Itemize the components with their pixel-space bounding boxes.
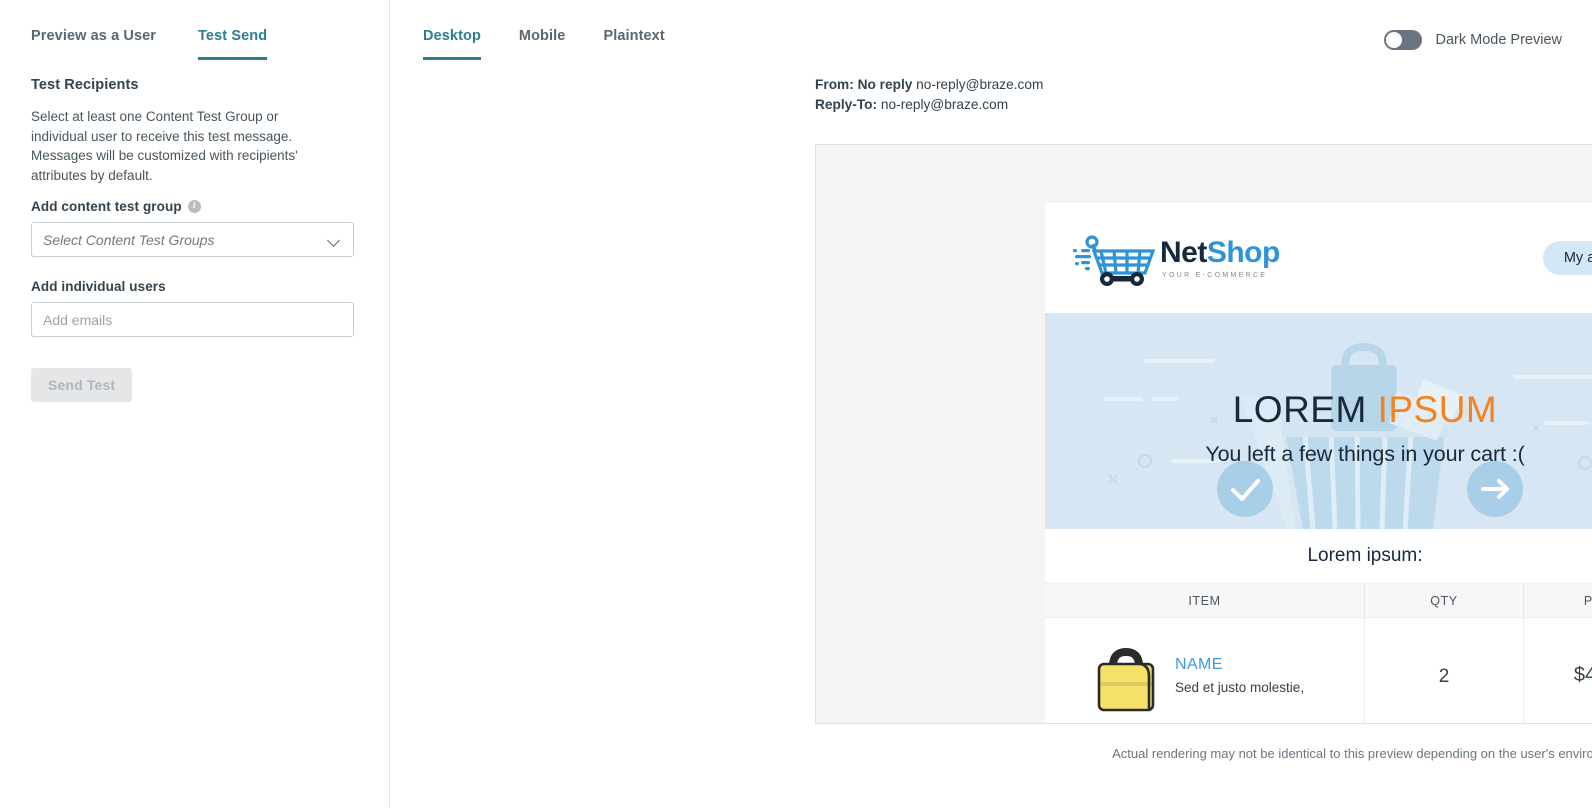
hero-title-ipsum: IPSUM	[1377, 389, 1498, 430]
email-hero: LOREM IPSUM You left a few things in you…	[1045, 313, 1592, 529]
product-name-link[interactable]: NAME	[1175, 656, 1304, 674]
content-test-group-select[interactable]: Select Content Test Groups	[31, 222, 354, 258]
email-header: NetShop YOUR E-COMMERCE My account	[1045, 203, 1592, 313]
netshop-wordmark: NetShop YOUR E-COMMERCE	[1160, 235, 1281, 279]
email-meta: From: No reply no-reply@braze.com Reply-…	[390, 60, 1592, 115]
reply-to-label: Reply-To:	[815, 97, 878, 112]
left-panel: Preview as a User Test Send Test Recipie…	[0, 0, 390, 808]
table-row: NAME Sed et justo molestie, 2 $45.00	[1045, 617, 1592, 723]
dark-mode-toggle[interactable]	[1384, 30, 1423, 50]
hero-title-lorem: LOREM	[1232, 389, 1367, 430]
tab-preview-as-a-user[interactable]: Preview as a User	[31, 28, 156, 60]
tab-test-send[interactable]: Test Send	[198, 28, 268, 60]
reply-to-email: no-reply@braze.com	[880, 97, 1009, 112]
individual-users-label-text: Add individual users	[31, 279, 166, 295]
reply-to-line: Reply-To: no-reply@braze.com	[815, 95, 1592, 115]
section-description: Select at least one Content Test Group o…	[31, 109, 298, 183]
individual-users-label: Add individual users	[31, 279, 358, 294]
individual-users-field[interactable]	[31, 302, 354, 338]
hero-title: LOREM IPSUM	[1045, 313, 1592, 428]
send-test-button[interactable]: Send Test	[31, 368, 133, 403]
dark-mode-preview-control: Dark Mode Preview	[1384, 30, 1562, 50]
left-tab-bar: Preview as a User Test Send	[0, 0, 389, 60]
dark-mode-label: Dark Mode Preview	[1435, 32, 1562, 48]
info-icon[interactable]: i	[187, 200, 201, 214]
from-line: From: No reply no-reply@braze.com	[815, 75, 1592, 95]
from-name: No reply	[857, 77, 913, 92]
cell-qty: 2	[1364, 618, 1523, 723]
cart-table-header: ITEM QTY PRICE	[1045, 583, 1592, 617]
product-info: NAME Sed et justo molestie,	[1175, 642, 1304, 696]
logo-main-text: NetShop	[1160, 235, 1281, 269]
right-panel: Desktop Mobile Plaintext Dark Mode Previ…	[390, 0, 1592, 808]
tab-mobile[interactable]: Mobile	[519, 28, 566, 60]
cell-price: $45.00	[1523, 618, 1592, 723]
column-header-qty: QTY	[1364, 584, 1523, 617]
email-preview-frame: NetShop YOUR E-COMMERCE My account	[815, 144, 1592, 724]
my-account-button[interactable]: My account	[1542, 241, 1592, 275]
product-description: Sed et justo molestie,	[1175, 680, 1305, 695]
content-test-group-placeholder: Select Content Test Groups	[43, 231, 215, 248]
test-recipients-form: Test Recipients Select at least one Cont…	[0, 60, 389, 403]
cell-item: NAME Sed et justo molestie,	[1045, 618, 1364, 723]
from-email: no-reply@braze.com	[916, 77, 1044, 92]
logo-tagline: YOUR E-COMMERCE	[1162, 271, 1268, 279]
toggle-knob	[1386, 32, 1403, 48]
shopping-cart-icon	[1073, 235, 1156, 286]
column-header-price: PRICE	[1523, 584, 1592, 617]
test-send-screen: Preview as a User Test Send Test Recipie…	[0, 0, 1592, 808]
content-test-group-label: Add content test group i	[31, 199, 358, 214]
tab-desktop[interactable]: Desktop	[423, 28, 481, 60]
yellow-bag-image	[1097, 647, 1155, 712]
chevron-down-icon	[328, 234, 340, 246]
tab-plaintext[interactable]: Plaintext	[603, 28, 664, 60]
section-title: Test Recipients	[31, 77, 139, 93]
column-header-item: ITEM	[1188, 593, 1221, 608]
hero-subtitle: You left a few things in your cart :(	[1205, 442, 1525, 466]
content-test-group-label-text: Add content test group	[31, 199, 182, 215]
logo-shop: Shop	[1206, 235, 1281, 269]
from-label: From:	[815, 77, 854, 92]
email-body: NetShop YOUR E-COMMERCE My account	[1045, 203, 1592, 723]
lorem-ipsum-band: Lorem ipsum:	[1045, 529, 1592, 583]
preview-footnote: Actual rendering may not be identical to…	[1112, 746, 1592, 761]
add-emails-input[interactable]	[43, 311, 342, 328]
logo-net: Net	[1160, 235, 1207, 269]
netshop-logo: NetShop YOUR E-COMMERCE	[1071, 228, 1280, 288]
